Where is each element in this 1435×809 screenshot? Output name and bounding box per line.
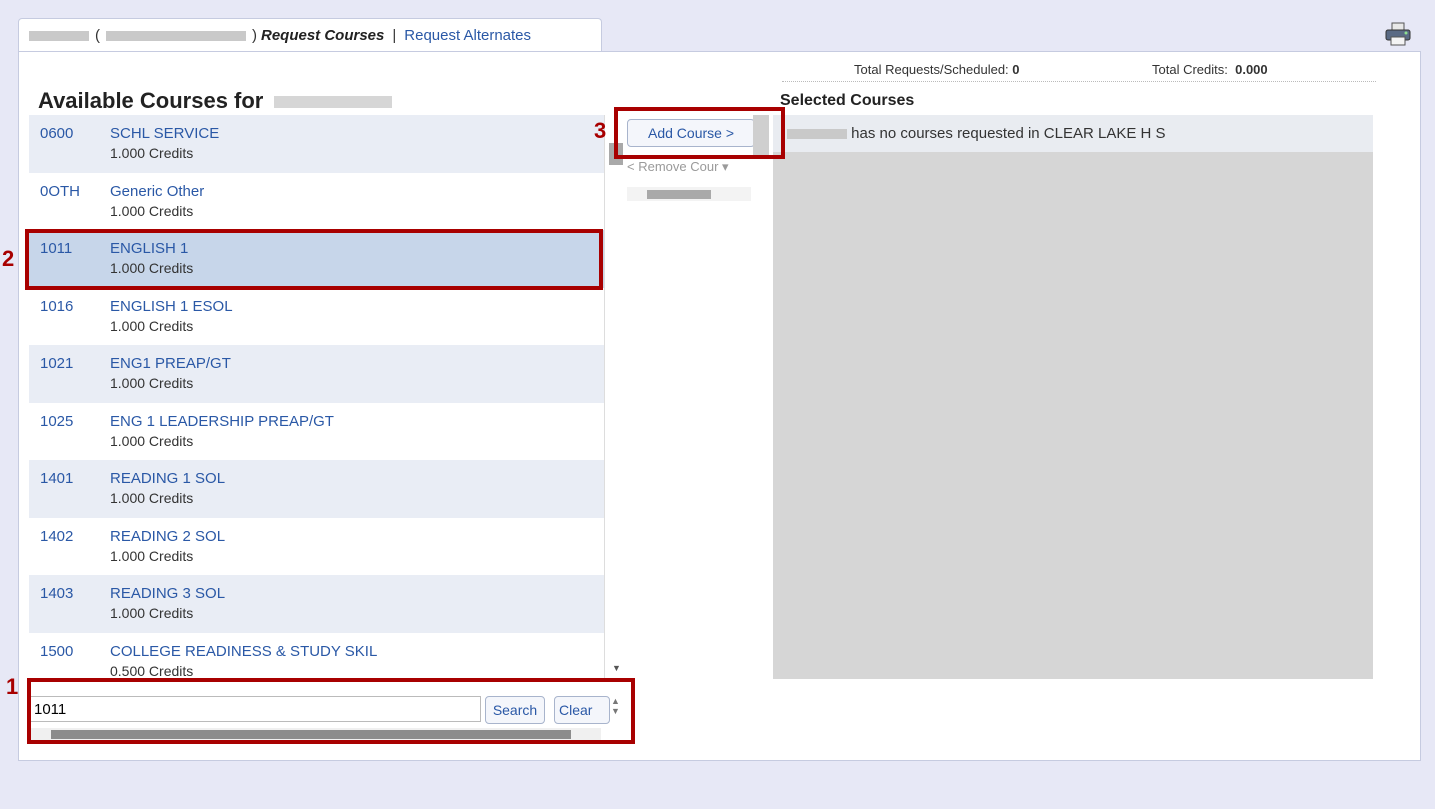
course-row[interactable]: 1016 ENGLISH 1 ESOL 1.000 Credits — [29, 287, 604, 345]
course-row[interactable]: 0600 SCHL SERVICE 1.000 Credits — [29, 115, 604, 173]
course-row[interactable]: 1401 READING 1 SOL 1.000 Credits — [29, 460, 604, 518]
redacted-student-id — [106, 30, 246, 41]
credits-total: Total Credits: 0.000 — [1152, 62, 1268, 77]
available-courses-title: Available Courses for — [38, 88, 392, 114]
redacted-student-name — [29, 30, 89, 41]
callout-number-3: 3 — [594, 118, 607, 143]
open-paren: ( — [95, 27, 100, 44]
tab-separator: | — [392, 27, 397, 44]
totals-bar: Total Requests/Scheduled: 0 Total Credit… — [782, 62, 1376, 82]
course-row[interactable]: 1025 ENG 1 LEADERSHIP PREAP/GT 1.000 Credi… — [29, 402, 604, 460]
course-row[interactable]: 0OTH Generic Other 1.000 Credits — [29, 172, 604, 230]
course-row[interactable]: 1403 READING 3 SOL 1.000 Credits — [29, 575, 604, 633]
course-list-scrollbar[interactable]: ▼ — [604, 115, 627, 681]
callout-number-1: 1 — [6, 674, 19, 699]
callout-number-2: 2 — [2, 246, 15, 271]
tab-request-courses[interactable]: Request Courses — [261, 27, 384, 44]
callout-box-2 — [25, 229, 603, 290]
printer-icon[interactable] — [1384, 22, 1412, 46]
tab-request-alternates[interactable]: Request Alternates — [404, 27, 531, 44]
selected-courses-title: Selected Courses — [780, 92, 915, 109]
close-paren: ) — [252, 27, 257, 44]
chevron-down-icon: ▾ — [722, 159, 729, 174]
course-row[interactable]: 1021 ENG1 PREAP/GT 1.000 Credits — [29, 345, 604, 403]
remove-course-button[interactable]: < Remove Cour ▾ — [627, 159, 773, 175]
scroll-down-arrow-icon[interactable]: ▼ — [612, 663, 621, 673]
redacted-student-name — [787, 129, 847, 140]
tab-bar: ( ) Request Courses | Request Alternates — [18, 18, 602, 52]
redacted-school-year — [273, 96, 392, 109]
callout-box-1 — [27, 678, 635, 744]
selected-courses-panel: has no courses requested in CLEAR LAKE H… — [773, 115, 1373, 679]
callout-box-3 — [614, 107, 785, 159]
course-row[interactable]: 1402 READING 2 SOL 1.000 Credits — [29, 517, 604, 575]
middle-hscrollbar[interactable] — [627, 187, 751, 201]
course-row[interactable]: 1500 COLLEGE READINESS & STUDY SKIL 0.500 … — [29, 632, 604, 681]
available-courses-list: 0600 SCHL SERVICE 1.000 Credits 0OTH Generi… — [29, 115, 604, 681]
selected-courses-message: has no courses requested in CLEAR LAKE H… — [773, 115, 1373, 152]
requests-total: Total Requests/Scheduled: 0 — [854, 62, 1020, 77]
scrollbar-thumb[interactable] — [647, 190, 711, 199]
